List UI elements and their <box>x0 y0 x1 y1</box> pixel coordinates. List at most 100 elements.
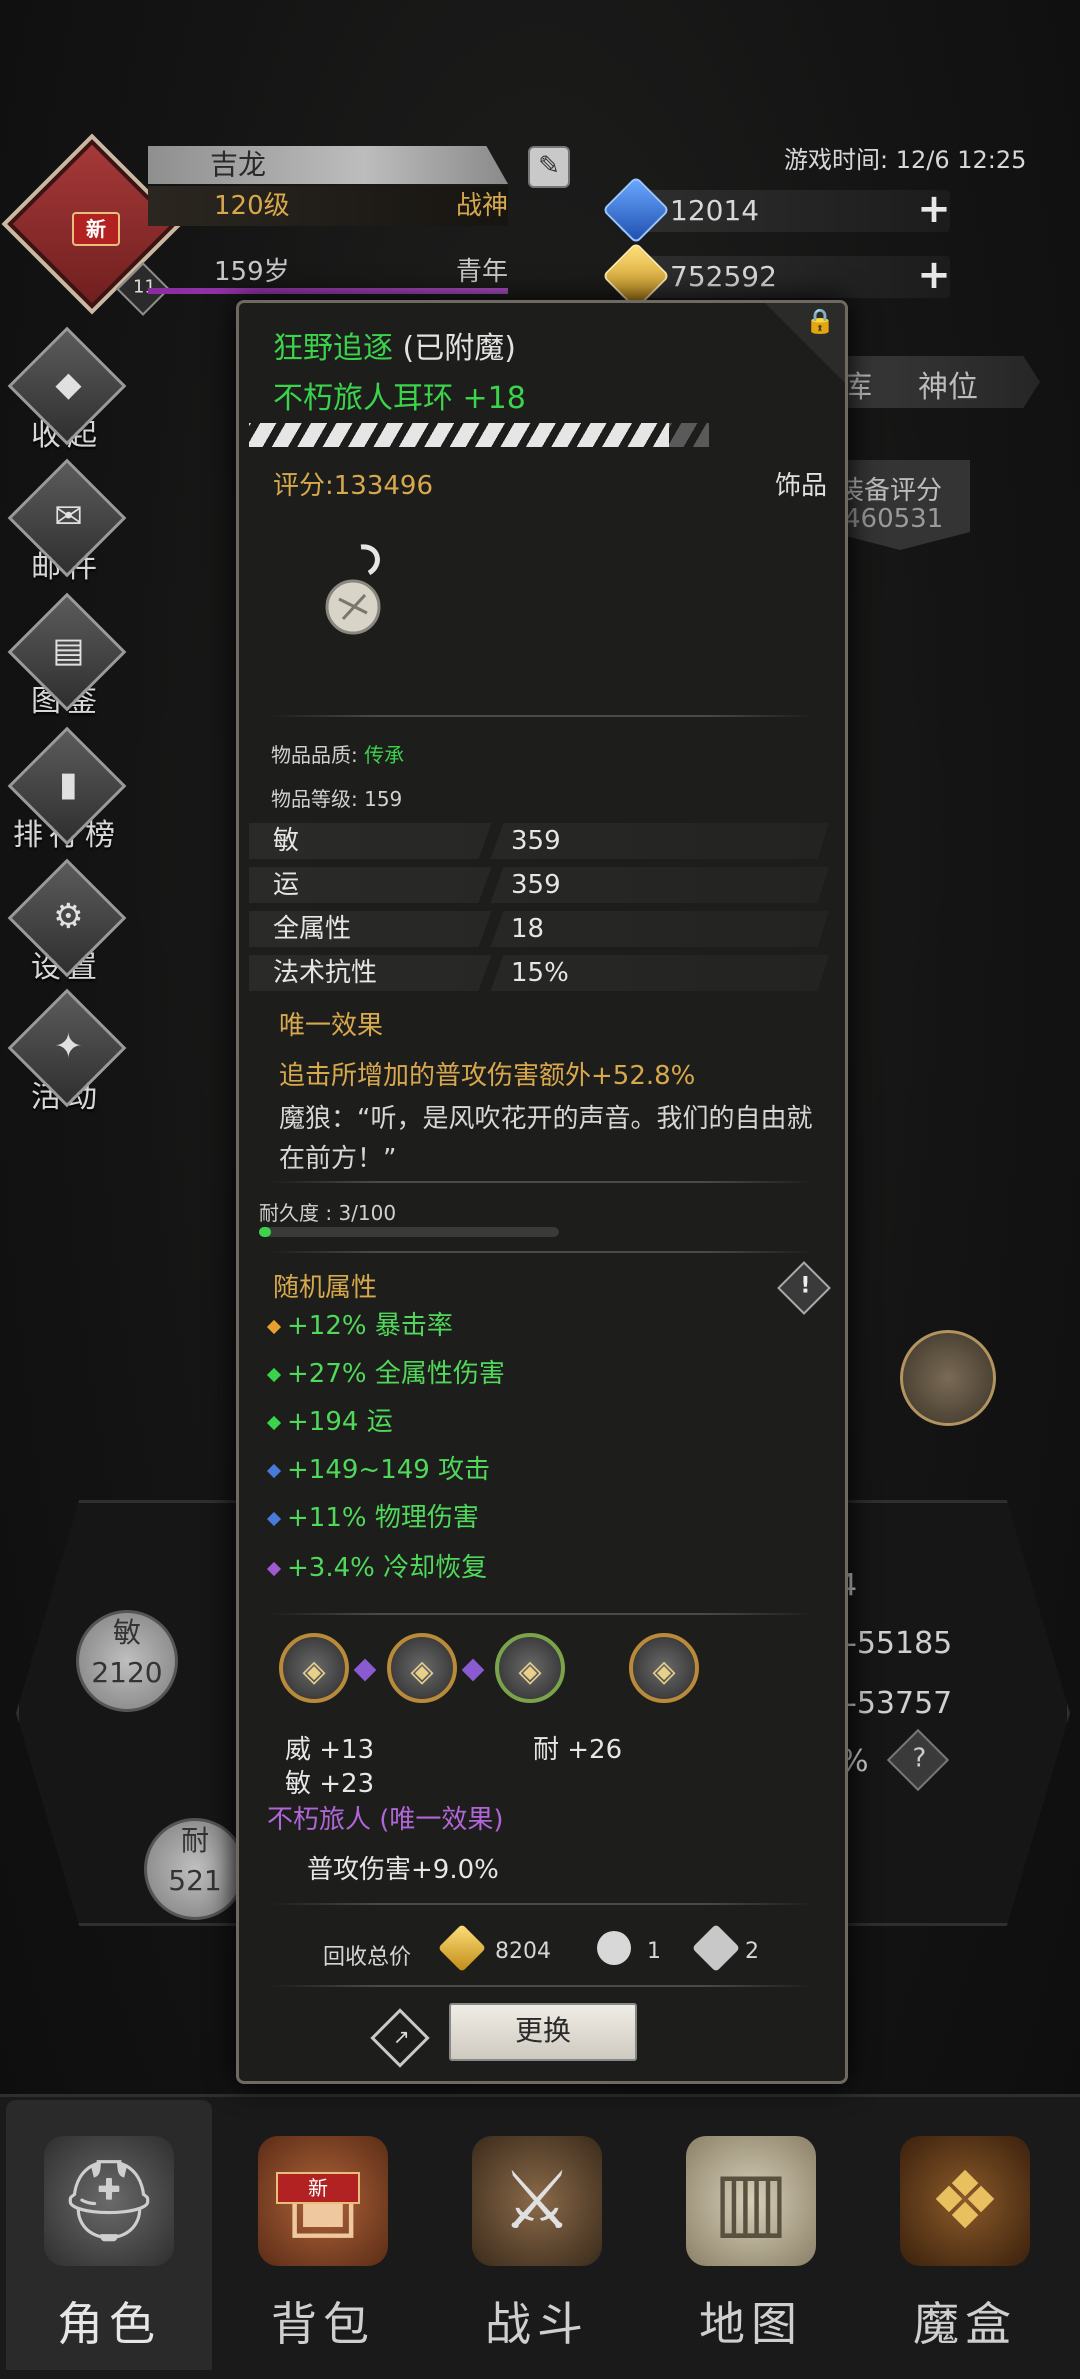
stat-circle-label: 耐 <box>180 1824 209 1857</box>
gem-socket[interactable]: ◈ <box>279 1633 349 1703</box>
swap-button[interactable]: 更换 <box>449 2003 637 2061</box>
stat-circle-label: 敏 <box>112 1616 141 1649</box>
nav-character[interactable]: ⛑ 角色 <box>6 2100 212 2370</box>
affix-name: 攻击 <box>438 1455 491 1485</box>
stat-key: 法术抗性 <box>273 958 378 988</box>
set-effect: 普攻伤害+9.0% <box>307 1855 499 1885</box>
add-blue-currency-button[interactable]: + <box>914 189 954 230</box>
affix-grade-icon <box>266 1511 282 1526</box>
player-age-stage: 青年 <box>455 257 508 287</box>
nav-map[interactable]: ▥ 地图 <box>648 2100 854 2370</box>
stat-key: 全属性 <box>273 914 352 944</box>
gem-socket[interactable]: ◈ <box>387 1633 457 1703</box>
game-time: 游戏时间: 12/6 12:25 <box>784 146 1027 174</box>
unique-effect-title: 唯一效果 <box>279 1011 384 1041</box>
random-attributes-title: 随机属性 <box>273 1273 378 1303</box>
side-item-codex[interactable]: ▤ 图鉴 <box>7 592 127 720</box>
tab-shenwei[interactable]: 神位 <box>918 362 978 406</box>
recycle-item2-value: 2 <box>745 1939 759 1964</box>
nav-label: 魔盒 <box>913 2297 1017 2351</box>
affix-value: +12% <box>287 1311 367 1341</box>
stat-circle-endurance: 耐 521 <box>144 1818 246 1920</box>
divider <box>269 1251 815 1253</box>
currency-gold-value: 752592 <box>670 260 777 293</box>
affix-grade-icon <box>266 1463 282 1478</box>
unique-effect-text: 追击所增加的普攻伤害额外+52.8% <box>279 1061 696 1091</box>
affix-value: +11% <box>287 1503 367 1533</box>
divider <box>269 1985 815 1987</box>
item-quality-value: 传承 <box>364 743 405 767</box>
background-number: -53757 <box>846 1686 953 1721</box>
stat-value: 15% <box>511 958 569 988</box>
item-level: 物品等级: 159 <box>271 787 403 811</box>
stat-key: 运 <box>273 870 300 900</box>
edit-name-icon[interactable]: ✎ <box>528 146 570 188</box>
crest-icon[interactable] <box>900 1330 996 1426</box>
earring-icon <box>325 544 381 635</box>
affix-name: 运 <box>366 1407 393 1437</box>
recycle-label: 回收总价 <box>323 1945 412 1970</box>
divider <box>269 715 815 717</box>
random-affix: +3.4% 冷却恢复 <box>266 1547 488 1584</box>
lock-icon[interactable]: 🔒 <box>805 307 835 337</box>
stat-value: 359 <box>511 870 561 900</box>
stat-circle-value: 2120 <box>91 1656 163 1689</box>
stat-value: 18 <box>511 914 545 944</box>
item-lore: 魔狼：“听，是风吹花开的声音。我们的自由就在前方！” <box>279 1104 813 1174</box>
nav-label: 战斗 <box>485 2297 589 2351</box>
side-item-collapse[interactable]: ◆ 收起 <box>7 326 127 454</box>
affix-name: 物理伤害 <box>374 1503 479 1533</box>
equipment-score-value: 460531 <box>844 504 944 534</box>
side-item-settings[interactable]: ⚙ 设置 <box>7 858 127 986</box>
side-item-leaderboard[interactable]: ▮ 排行榜 <box>7 726 127 854</box>
gem-socket[interactable]: ◈ <box>629 1633 699 1703</box>
affix-value: +3.4% <box>287 1553 375 1583</box>
random-affix: +12% 暴击率 <box>266 1305 453 1342</box>
socket-link-icon <box>353 1658 377 1682</box>
material-shard-icon <box>691 1923 741 1973</box>
nav-backpack[interactable]: ▣ 新 背包 <box>220 2100 426 2370</box>
socket-stat-nai: 耐 +26 <box>533 1735 623 1765</box>
item-category: 饰品 <box>774 471 827 501</box>
rarity-stripes <box>249 423 669 447</box>
affix-grade-icon <box>266 1319 282 1334</box>
enchant-tag: (已附魔) <box>402 331 516 366</box>
material-orb-icon <box>589 1923 639 1973</box>
add-gold-currency-button[interactable]: + <box>914 255 954 296</box>
item-quality-label: 物品品质: <box>271 743 365 767</box>
side-item-mail[interactable]: ✉ 邮件 <box>7 458 127 586</box>
durability-label: 耐久度 : 3/100 <box>259 1201 397 1225</box>
currency-blue-value: 12014 <box>670 194 760 227</box>
nav-label: 地图 <box>699 2297 803 2351</box>
sword-shield-icon: ⚔ <box>472 2136 602 2266</box>
affix-grade-icon <box>266 1561 282 1576</box>
affix-name: 暴击率 <box>374 1311 453 1341</box>
magic-box-icon: ❖ <box>900 2136 1030 2266</box>
recycle-item1-value: 1 <box>647 1939 661 1964</box>
divider <box>269 1613 815 1615</box>
age-row: 159岁 青年 <box>148 252 508 292</box>
share-icon[interactable]: ↗ <box>370 2008 430 2068</box>
nav-magic-box[interactable]: ❖ 魔盒 <box>862 2100 1068 2370</box>
info-icon[interactable]: ! <box>777 1261 831 1315</box>
affix-name: 冷却恢复 <box>383 1553 488 1583</box>
gem-sockets: ◈ ◈ ◈ ◈ <box>279 1633 699 1713</box>
stat-row: 敏 359 <box>249 823 829 859</box>
durability-fill <box>259 1227 271 1237</box>
player-level: 120级 <box>214 191 290 221</box>
item-detail-popup: 🔒 狂野追逐 (已附魔) 不朽旅人耳环 +18 评分:133496 饰品 物品品… <box>236 300 848 2084</box>
helmet-icon: ⛑ <box>44 2136 174 2266</box>
gem-socket[interactable]: ◈ <box>495 1633 565 1703</box>
set-name: 不朽旅人 (唯一效果) <box>267 1805 504 1835</box>
side-item-events[interactable]: ✦ 活动 <box>7 988 127 1116</box>
nav-battle[interactable]: ⚔ 战斗 <box>434 2100 640 2370</box>
stat-row: 运 359 <box>249 867 829 903</box>
level-row: 120级 战神 <box>148 186 508 226</box>
nav-label: 背包 <box>271 2297 375 2351</box>
nav-label: 角色 <box>57 2297 161 2351</box>
stat-circle-value: 521 <box>168 1864 222 1897</box>
affix-grade-icon <box>266 1367 282 1382</box>
affix-value: +149~149 <box>287 1455 430 1485</box>
player-title: 战神 <box>455 191 508 221</box>
gold-coin-icon <box>437 1923 487 1973</box>
